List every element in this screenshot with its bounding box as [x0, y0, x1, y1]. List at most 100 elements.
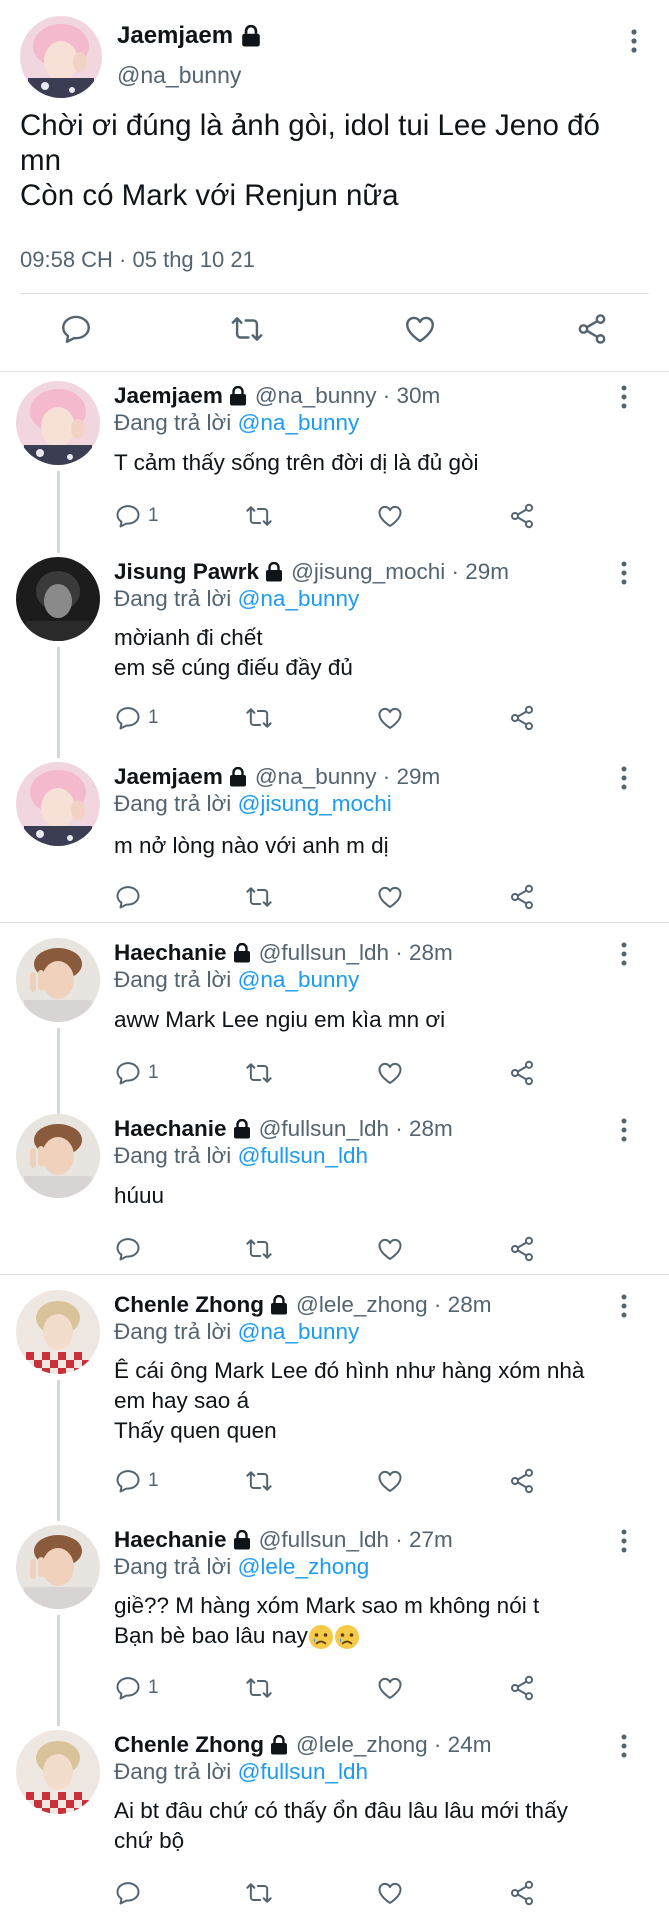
reply-tweet[interactable]: Haechanie @fullsun_ldh · 28m Đang trả lờ…: [0, 1092, 669, 1264]
author-name[interactable]: Haechanie: [114, 940, 227, 966]
retweet-button[interactable]: [245, 501, 273, 531]
mention-link[interactable]: @na_bunny: [238, 586, 360, 611]
like-button[interactable]: [376, 703, 404, 733]
share-button[interactable]: [508, 1673, 536, 1703]
like-button[interactable]: [376, 882, 404, 912]
author-meta[interactable]: @fullsun_ldh · 28m: [259, 940, 453, 966]
more-options-icon[interactable]: [614, 940, 634, 968]
share-icon: [508, 704, 536, 732]
reply-button[interactable]: [114, 882, 148, 912]
reply-tweet[interactable]: Jisung Pawrk @jisung_mochi · 29m Đang tr…: [0, 537, 669, 747]
lock-icon: [242, 25, 260, 47]
author-meta[interactable]: @jisung_mochi · 29m: [291, 559, 509, 585]
like-button[interactable]: [376, 1058, 404, 1088]
share-button[interactable]: [508, 703, 536, 733]
retweet-button[interactable]: [245, 1234, 273, 1264]
avatar[interactable]: [16, 762, 100, 846]
like-button[interactable]: [376, 1878, 404, 1908]
reply-text: aww Mark Lee ngiu em kìa mn ơi: [114, 1005, 654, 1035]
retweet-button[interactable]: [245, 1878, 273, 1908]
reply-text-line: em hay sao á: [114, 1388, 250, 1413]
retweet-button[interactable]: [245, 703, 273, 733]
mention-link[interactable]: @jisung_mochi: [238, 791, 392, 816]
reply-button[interactable]: [114, 1234, 148, 1264]
avatar[interactable]: [16, 1730, 100, 1814]
author-meta[interactable]: @lele_zhong · 28m: [296, 1292, 491, 1318]
author-name[interactable]: Chenle Zhong: [114, 1292, 264, 1318]
author-name[interactable]: Jaemjaem: [114, 383, 223, 409]
retweet-icon[interactable]: [230, 312, 264, 346]
like-button[interactable]: [376, 1673, 404, 1703]
like-icon: [376, 502, 404, 530]
share-button[interactable]: [508, 501, 536, 531]
author-handle[interactable]: @na_bunny: [117, 62, 241, 89]
author-name[interactable]: Jaemjaem: [114, 764, 223, 790]
more-options-icon[interactable]: [614, 1116, 634, 1144]
more-options-icon[interactable]: [614, 383, 634, 411]
avatar[interactable]: [16, 1114, 100, 1198]
reply-tweet[interactable]: Jaemjaem @na_bunny · 30m Đang trả lời @n…: [0, 381, 669, 547]
avatar[interactable]: [20, 16, 102, 98]
reply-icon: [114, 1235, 142, 1263]
more-options-icon[interactable]: [624, 26, 644, 56]
share-button[interactable]: [508, 882, 536, 912]
tweet-timestamp[interactable]: 09:58 CH · 05 thg 10 21: [20, 247, 255, 273]
mention-link[interactable]: @na_bunny: [238, 967, 360, 992]
more-options-icon[interactable]: [614, 559, 634, 587]
author-name[interactable]: Haechanie: [114, 1116, 227, 1142]
share-button[interactable]: [508, 1058, 536, 1088]
reply-count: 1: [148, 505, 159, 526]
reply-button[interactable]: 1: [114, 703, 159, 733]
author-meta[interactable]: @lele_zhong · 24m: [296, 1732, 491, 1758]
reply-tweet[interactable]: Jaemjaem @na_bunny · 29m Đang trả lời @j…: [0, 742, 669, 912]
author-meta[interactable]: @fullsun_ldh · 28m: [259, 1116, 453, 1142]
avatar[interactable]: [16, 557, 100, 641]
retweet-button[interactable]: [245, 1466, 273, 1496]
reply-tweet[interactable]: Chenle Zhong @lele_zhong · 28m Đang trả …: [0, 1290, 669, 1508]
reply-tweet[interactable]: Haechanie @fullsun_ldh · 27m Đang trả lờ…: [0, 1503, 669, 1715]
author-meta[interactable]: @fullsun_ldh · 27m: [259, 1527, 453, 1553]
author-name[interactable]: Haechanie: [114, 1527, 227, 1553]
share-button[interactable]: [508, 1466, 536, 1496]
share-button[interactable]: [508, 1878, 536, 1908]
reply-tweet[interactable]: Chenle Zhong @lele_zhong · 24m Đang trả …: [0, 1708, 669, 1915]
mention-link[interactable]: @lele_zhong: [238, 1554, 370, 1579]
author-name[interactable]: Jaemjaem: [117, 22, 261, 50]
reply-button[interactable]: 1: [114, 1673, 159, 1703]
avatar[interactable]: [16, 1525, 100, 1609]
author-name[interactable]: Jisung Pawrk: [114, 559, 259, 585]
mention-link[interactable]: @na_bunny: [238, 1319, 360, 1344]
more-options-icon[interactable]: [614, 764, 634, 792]
reply-button[interactable]: 1: [114, 501, 159, 531]
mention-link[interactable]: @fullsun_ldh: [238, 1143, 368, 1168]
like-button[interactable]: [376, 501, 404, 531]
more-options-icon[interactable]: [614, 1732, 634, 1760]
author-meta[interactable]: @na_bunny · 30m: [255, 383, 440, 409]
retweet-button[interactable]: [245, 882, 273, 912]
like-button[interactable]: [376, 1234, 404, 1264]
retweet-button[interactable]: [245, 1673, 273, 1703]
reply-icon[interactable]: [59, 312, 93, 346]
author-name[interactable]: Chenle Zhong: [114, 1732, 264, 1758]
replying-label: Đang trả lời: [114, 410, 232, 435]
reply-tweet[interactable]: Haechanie @fullsun_ldh · 28m Đang trả lờ…: [0, 938, 669, 1114]
reply-button[interactable]: 1: [114, 1058, 159, 1088]
tweet-text: Chời ơi đúng là ảnh gòi, idol tui Lee Je…: [20, 108, 650, 213]
more-options-icon[interactable]: [614, 1527, 634, 1555]
more-options-icon[interactable]: [614, 1292, 634, 1320]
author-meta[interactable]: @na_bunny · 29m: [255, 764, 440, 790]
retweet-button[interactable]: [245, 1058, 273, 1088]
mention-link[interactable]: @na_bunny: [238, 410, 360, 435]
tweet-actions: [0, 306, 669, 354]
reply-button[interactable]: [114, 1878, 148, 1908]
share-button[interactable]: [508, 1234, 536, 1264]
mention-link[interactable]: @fullsun_ldh: [238, 1759, 368, 1784]
replying-label: Đang trả lời: [114, 1319, 232, 1344]
share-icon[interactable]: [575, 312, 609, 346]
avatar[interactable]: [16, 938, 100, 1022]
avatar[interactable]: [16, 381, 100, 465]
avatar[interactable]: [16, 1290, 100, 1374]
like-button[interactable]: [376, 1466, 404, 1496]
like-icon[interactable]: [403, 312, 437, 346]
reply-button[interactable]: 1: [114, 1466, 159, 1496]
